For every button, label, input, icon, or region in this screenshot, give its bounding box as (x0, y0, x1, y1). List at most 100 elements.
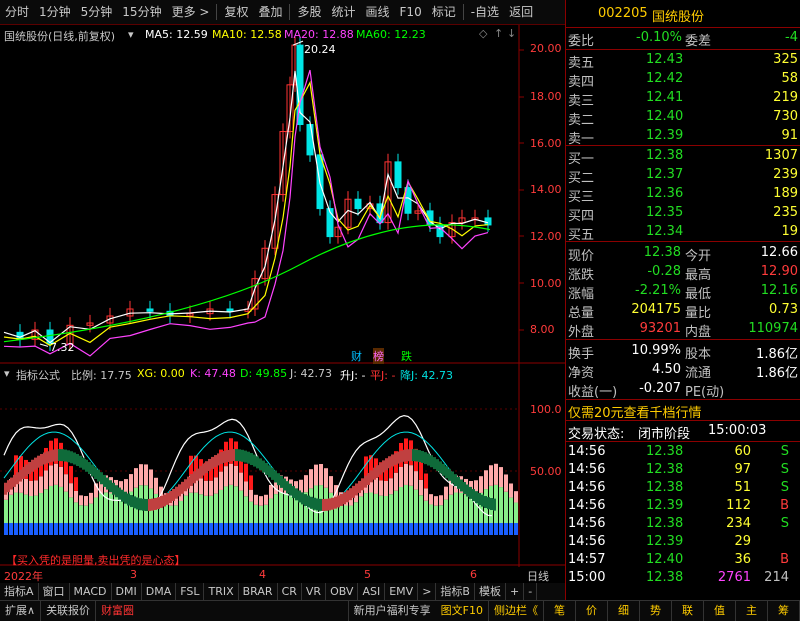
panel-switch-button[interactable]: 笔 (544, 601, 576, 621)
toolbar-item[interactable]: -自选 (466, 0, 504, 24)
indicator-bar-pink (414, 471, 418, 490)
indicator-bar-green (394, 490, 398, 523)
indicator-bar-pink (259, 496, 263, 506)
toolbar-item[interactable]: 1分钟 (34, 0, 76, 24)
toolbar-item[interactable]: 叠加 (253, 0, 287, 24)
indicator-bar-pink (229, 463, 233, 485)
badge-finance[interactable]: 财 (351, 348, 362, 364)
indicator-bar-blue (349, 523, 353, 535)
toolbar-item[interactable]: 分时 (0, 0, 34, 24)
up-arrow-icon[interactable]: ↑ (494, 27, 503, 40)
tick-volume: 2761 (717, 570, 751, 585)
indicator-tab[interactable]: DMA (142, 583, 177, 600)
chevron-down-icon[interactable]: ▾ (128, 28, 134, 41)
toolbar-item[interactable]: 多股 (292, 0, 326, 24)
indicator-tab[interactable]: 指标A (0, 583, 39, 600)
indicator-tab[interactable]: MACD (70, 583, 112, 600)
indicator-ribbon (61, 449, 64, 462)
toolbar-item[interactable]: 5分钟 (76, 0, 118, 24)
toolbar-item[interactable]: 标记 (427, 0, 461, 24)
indicator-tab[interactable]: - (524, 583, 538, 600)
panel-switch-button[interactable]: 主 (736, 601, 768, 621)
indicator-bar-green (229, 484, 233, 523)
toolbar-item[interactable]: 返回 (504, 0, 538, 24)
indicator-ribbon (142, 498, 145, 511)
indicator-tab[interactable]: 指标B (436, 583, 475, 600)
indicator-ribbon (298, 490, 301, 503)
indicator-ribbon (454, 474, 457, 487)
tick-volume: 51 (734, 480, 751, 495)
indicator-bar-green (279, 492, 283, 523)
indicator-tab[interactable]: EMV (385, 583, 419, 600)
ma20-label: MA20: 12.88 (284, 28, 354, 41)
indicator-ribbon (220, 452, 223, 465)
period-selector[interactable]: 日线 (527, 568, 549, 584)
kline-chart-svg[interactable] (0, 25, 565, 567)
promo-link[interactable]: 仅需20元查看千档行情 (568, 402, 702, 421)
f10-button[interactable]: 图文F10 (436, 601, 489, 621)
fundamental-row: 收益(一) -0.207 PE(动) (566, 379, 800, 400)
wealth-circle-button[interactable]: 财富圈 (96, 601, 349, 621)
related-quote-button[interactable]: 关联报价 (41, 601, 97, 621)
sidebar-toggle[interactable]: 侧边栏《 (489, 601, 544, 621)
toolbar-item[interactable]: 15分钟 (117, 0, 166, 24)
indicator-tab[interactable]: VR (302, 583, 327, 600)
indicator-ribbon (355, 483, 358, 496)
panel-switch-button[interactable]: 势 (640, 601, 672, 621)
news-promo[interactable]: 新用户福利专享 (349, 601, 436, 621)
indicator-tab[interactable]: 模板 (475, 583, 506, 600)
indicator-bar-green (464, 494, 468, 523)
panel-switch-button[interactable]: 筹 (768, 601, 800, 621)
indicator-ribbon (244, 450, 247, 463)
date-label-6: 6 (470, 568, 477, 581)
tick-flag: S (780, 480, 789, 495)
indicator-ribbon (382, 460, 385, 473)
indicator-tab[interactable]: ASI (358, 583, 386, 600)
toolbar-item[interactable]: 更多 > (167, 0, 215, 24)
tick-time: 14:56 (568, 534, 606, 549)
indicator-tab[interactable]: OBV (326, 583, 359, 600)
indicator-tab[interactable]: 窗口 (39, 583, 70, 600)
indicator-ribbon (349, 488, 352, 501)
indicator-bar-blue (99, 523, 103, 535)
indicator-ribbon (262, 460, 265, 473)
expand-button[interactable]: 扩展∧ (0, 601, 42, 621)
toolbar-item[interactable]: 统计 (327, 0, 361, 24)
toolbar-item[interactable]: 画线 (361, 0, 395, 24)
indicator-bar-pink (404, 463, 408, 485)
trade-status-label: 交易状态: (568, 427, 625, 442)
indicator-tab[interactable]: FSL (176, 583, 205, 600)
panel-switch-button[interactable]: 联 (672, 601, 704, 621)
indicator-tab[interactable]: TRIX (204, 583, 239, 600)
indicator-bar-blue (439, 523, 443, 535)
panel-switch-button[interactable]: 细 (608, 601, 640, 621)
indicator-bar-red (69, 466, 73, 484)
diamond-icon[interactable]: ◇ (479, 27, 487, 40)
indicator-bar-blue (149, 523, 153, 535)
indicator-ribbon (490, 498, 493, 511)
indicator-title[interactable]: 指标公式 (16, 367, 60, 383)
indicator-bar-pink (374, 477, 378, 494)
indicator-ribbon (22, 466, 25, 479)
indicator-tab[interactable]: DMI (112, 583, 142, 600)
panel-switch-button[interactable]: 价 (576, 601, 608, 621)
chart-area[interactable]: 国统股份(日线,前复权) ▾ MA5: 12.59 MA10: 12.58 MA… (0, 25, 565, 583)
indicator-ribbon (79, 455, 82, 468)
indicator-tab[interactable]: BRAR (239, 583, 278, 600)
badge-drop[interactable]: 跌 (401, 348, 412, 364)
down-arrow-icon[interactable]: ↓ (507, 27, 516, 40)
indicator-tab[interactable]: CR (278, 583, 302, 600)
badge-ranking[interactable]: 榜 (373, 348, 384, 364)
indicator-tab[interactable]: + (506, 583, 525, 600)
indicator-ribbon (364, 475, 367, 488)
panel-switch-button[interactable]: 值 (704, 601, 736, 621)
indicator-gear-icon[interactable]: ▾ (4, 367, 10, 380)
toolbar-item[interactable]: F10 (395, 0, 427, 24)
indicator-ribbon (175, 486, 178, 499)
indicator-bar-blue (144, 523, 148, 535)
toolbar-item[interactable]: 复权 (219, 0, 253, 24)
low-price-marker: 7.32 (50, 341, 75, 354)
indicator-tab[interactable]: > (418, 583, 437, 600)
indicator-bar-green (234, 486, 238, 523)
indicator-bar-blue (169, 523, 173, 535)
